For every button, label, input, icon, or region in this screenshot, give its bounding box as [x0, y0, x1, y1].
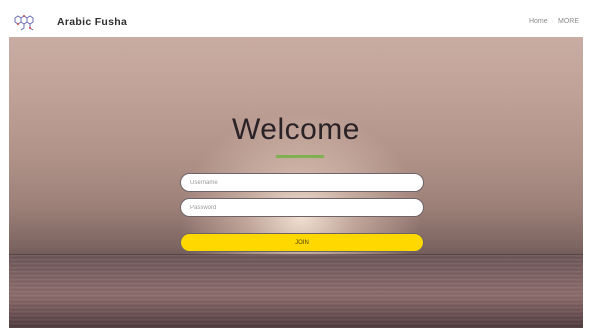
top-header: Arabic Fusha Home · MORE: [9, 9, 583, 37]
brand-name[interactable]: Arabic Fusha: [57, 16, 127, 28]
molecule-logo-icon[interactable]: [12, 12, 36, 34]
sea-background: [9, 255, 583, 328]
welcome-title: Welcome: [232, 113, 360, 146]
title-underline: [276, 155, 324, 158]
page-frame: Arabic Fusha Home · MORE Welcome JOIN: [9, 9, 583, 328]
hero-background: Welcome JOIN: [9, 37, 583, 328]
nav-more-link[interactable]: MORE: [558, 18, 579, 25]
join-button[interactable]: JOIN: [180, 233, 424, 252]
username-input[interactable]: [180, 173, 424, 192]
top-nav: Home · MORE: [529, 18, 579, 25]
nav-home-link[interactable]: Home: [529, 18, 548, 25]
nav-separator: ·: [551, 18, 554, 25]
password-input[interactable]: [180, 198, 424, 217]
